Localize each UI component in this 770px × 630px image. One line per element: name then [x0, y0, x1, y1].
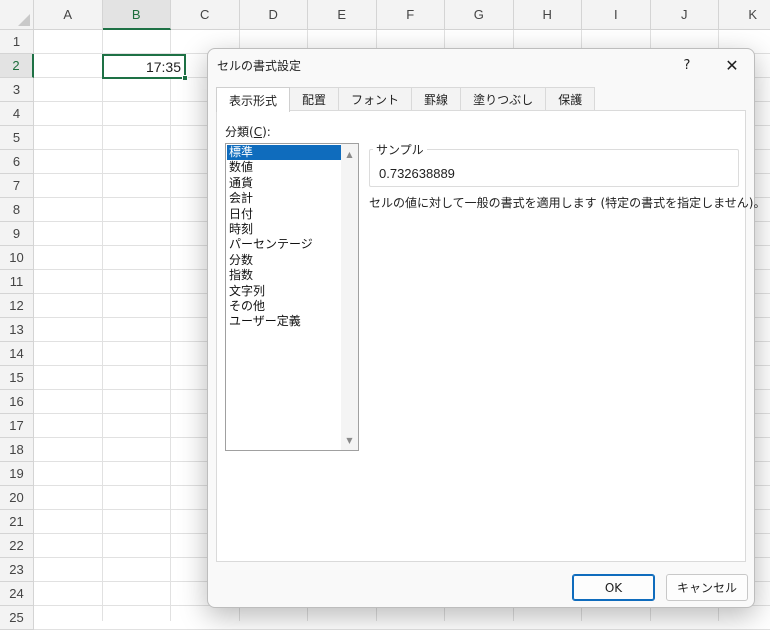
category-item[interactable]: 日付: [227, 207, 341, 222]
row-header-8[interactable]: 8: [0, 198, 34, 222]
row-header-22[interactable]: 22: [0, 534, 34, 558]
tab-border[interactable]: 罫線: [411, 87, 462, 111]
row-header-2[interactable]: 2: [0, 54, 34, 78]
row-header-7[interactable]: 7: [0, 174, 34, 198]
tab-protection[interactable]: 保護: [545, 87, 596, 111]
category-item[interactable]: 指数: [227, 268, 341, 283]
active-cell-value: 17:35: [145, 58, 181, 75]
tab-label: 表示形式: [229, 93, 278, 108]
row-header-21[interactable]: 21: [0, 510, 34, 534]
row-header-4[interactable]: 4: [0, 102, 34, 126]
tab-fill[interactable]: 塗りつぶし: [460, 87, 547, 111]
row-header-10[interactable]: 10: [0, 246, 34, 270]
column-header-h[interactable]: H: [513, 0, 582, 30]
row-header-6[interactable]: 6: [0, 150, 34, 174]
scroll-down-arrow-icon[interactable]: ▼: [341, 432, 358, 448]
row-header-18[interactable]: 18: [0, 438, 34, 462]
row-header-19[interactable]: 19: [0, 462, 34, 486]
row-header-9[interactable]: 9: [0, 222, 34, 246]
help-button[interactable]: ?: [674, 53, 700, 77]
category-item[interactable]: 文字列: [227, 284, 341, 299]
row-header-1[interactable]: 1: [0, 30, 34, 54]
category-label: 分類(C):: [225, 123, 271, 140]
category-listbox[interactable]: 標準 数値 通貨 会計 日付 時刻 パーセンテージ 分数 指数 文字列 その他 ユーザー定義 ▲ ▼: [225, 143, 359, 451]
help-icon: ?: [683, 57, 691, 73]
dialog-titlebar[interactable]: セルの書式設定 ? ✕: [208, 49, 754, 81]
column-header-g[interactable]: G: [445, 0, 514, 30]
category-item[interactable]: その他: [227, 299, 341, 314]
column-header-e[interactable]: E: [308, 0, 377, 30]
category-list: 標準 数値 通貨 会計 日付 時刻 パーセンテージ 分数 指数 文字列 その他 ユーザー定義: [227, 145, 341, 330]
row-header-16[interactable]: 16: [0, 390, 34, 414]
category-item[interactable]: ユーザー定義: [227, 314, 341, 329]
dialog-tabs: 表示形式 配置 フォント 罫線 塗りつぶし 保護: [216, 87, 596, 112]
cancel-button[interactable]: キャンセル: [666, 574, 748, 601]
row-header-17[interactable]: 17: [0, 414, 34, 438]
column-header-b[interactable]: B: [102, 0, 171, 30]
ok-button[interactable]: OK: [572, 574, 655, 601]
cancel-button-label: キャンセル: [676, 581, 737, 595]
close-button[interactable]: ✕: [718, 53, 746, 77]
category-scrollbar[interactable]: ▲ ▼: [341, 144, 358, 450]
category-item[interactable]: 通貨: [227, 176, 341, 191]
tab-label: フォント: [351, 93, 400, 107]
scroll-up-arrow-icon[interactable]: ▲: [341, 146, 358, 162]
select-all-triangle-icon: [18, 14, 30, 26]
tab-label: 保護: [558, 93, 583, 107]
sample-value: 0.732638889: [379, 166, 455, 181]
tab-label: 配置: [302, 93, 327, 107]
sample-legend: サンプル: [373, 141, 427, 158]
row-header-20[interactable]: 20: [0, 486, 34, 510]
tab-number[interactable]: 表示形式: [216, 87, 291, 112]
category-item[interactable]: 数値: [227, 160, 341, 175]
category-item[interactable]: 分数: [227, 253, 341, 268]
row-header-14[interactable]: 14: [0, 342, 34, 366]
category-item[interactable]: 会計: [227, 191, 341, 206]
row-header-13[interactable]: 13: [0, 318, 34, 342]
close-icon: ✕: [725, 55, 739, 75]
row-header-3[interactable]: 3: [0, 78, 34, 102]
column-header-f[interactable]: F: [376, 0, 445, 30]
row-header-25[interactable]: 25: [0, 606, 34, 630]
category-label-accesskey: C: [253, 125, 263, 139]
ok-button-label: OK: [604, 580, 623, 595]
tab-label: 塗りつぶし: [473, 93, 534, 107]
row-header-15[interactable]: 15: [0, 366, 34, 390]
dialog-title: セルの書式設定: [217, 59, 302, 73]
row-header-5[interactable]: 5: [0, 126, 34, 150]
category-item[interactable]: 標準: [227, 145, 341, 161]
column-header-d[interactable]: D: [239, 0, 308, 30]
column-header-a[interactable]: A: [34, 0, 103, 30]
fill-handle[interactable]: [182, 75, 188, 81]
row-header-24[interactable]: 24: [0, 582, 34, 606]
tab-label: 罫線: [424, 93, 449, 107]
row-header-23[interactable]: 23: [0, 558, 34, 582]
category-label-suffix: ):: [262, 125, 271, 139]
column-header-c[interactable]: C: [171, 0, 240, 30]
category-label-prefix: 分類(: [225, 125, 254, 139]
column-header-j[interactable]: J: [650, 0, 719, 30]
tab-alignment[interactable]: 配置: [289, 87, 340, 111]
column-header-k[interactable]: K: [719, 0, 770, 30]
row-header-11[interactable]: 11: [0, 270, 34, 294]
tab-font[interactable]: フォント: [338, 87, 413, 111]
number-format-panel: 分類(C): 標準 数値 通貨 会計 日付 時刻 パーセンテージ 分数 指数 文字列 その他 ユーザー…: [216, 110, 765, 562]
format-cells-dialog: セルの書式設定 ? ✕ 表示形式 配置 フォント 罫線 塗りつぶし 保護 分類(…: [207, 48, 765, 608]
category-item[interactable]: パーセンテージ: [227, 237, 341, 252]
row-header-12[interactable]: 12: [0, 294, 34, 318]
active-cell-b2[interactable]: 17:35: [102, 54, 186, 79]
category-item[interactable]: 時刻: [227, 222, 341, 237]
format-description: セルの値に対して一般の書式を適用します (特定の書式を指定しません)。: [369, 196, 766, 210]
column-header-i[interactable]: I: [582, 0, 651, 30]
select-all-corner[interactable]: [0, 0, 34, 30]
